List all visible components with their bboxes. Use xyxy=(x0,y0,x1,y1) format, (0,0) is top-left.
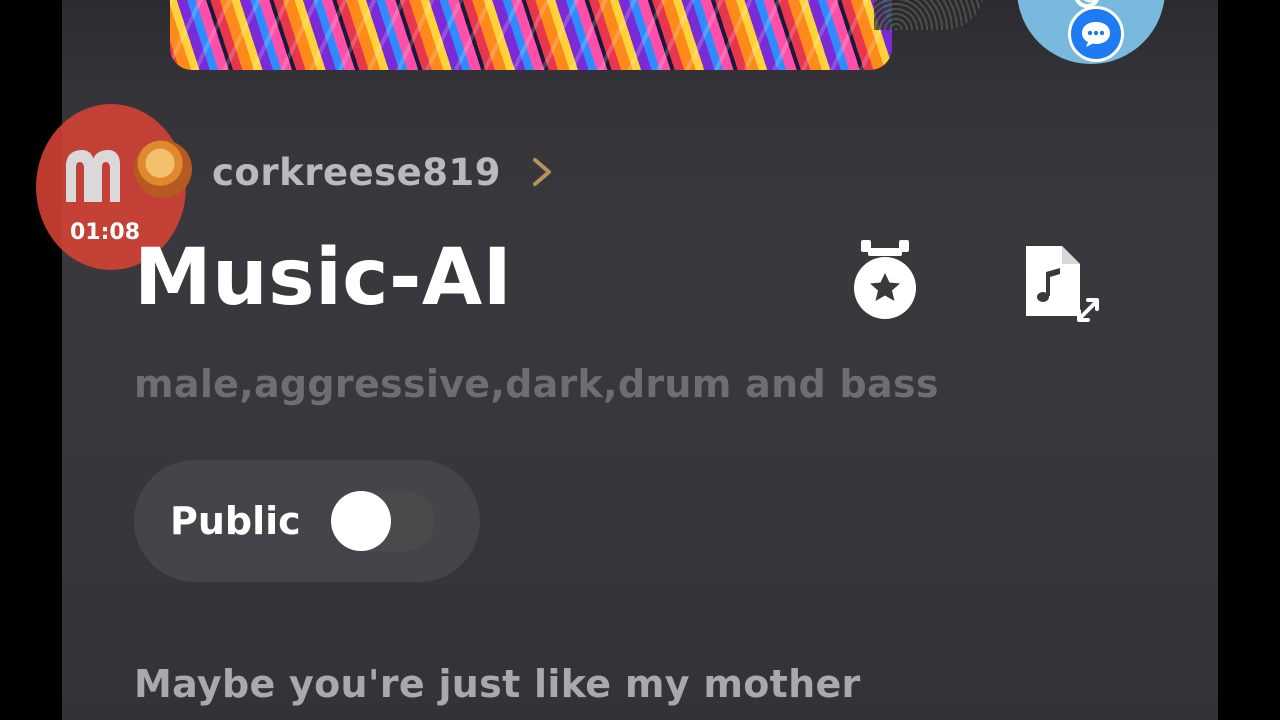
creator-username: corkreese819 xyxy=(212,150,501,194)
public-toggle[interactable] xyxy=(330,491,435,551)
chat-bubble-icon xyxy=(1082,22,1110,47)
lyrics-preview: Maybe you're just like my mother xyxy=(134,662,861,706)
music-file-button[interactable] xyxy=(1016,244,1104,326)
chat-button[interactable] xyxy=(1068,6,1124,62)
recorder-timer: 01:08 xyxy=(70,220,141,245)
creator-profile-link[interactable]: corkreese819 xyxy=(212,146,555,198)
chevron-right-icon xyxy=(533,158,551,186)
public-label: Public xyxy=(170,499,301,543)
song-tags: male,aggressive,dark,drum and bass xyxy=(134,362,939,406)
app-screen xyxy=(62,0,1218,720)
toggle-knob xyxy=(330,491,391,551)
album-cover-art[interactable] xyxy=(170,0,892,70)
vinyl-record-art xyxy=(874,0,984,30)
music-file-expand-icon xyxy=(1026,246,1099,322)
award-medal-icon xyxy=(854,240,916,319)
song-title: Music-AI xyxy=(134,233,513,323)
award-button[interactable] xyxy=(848,236,922,326)
avatar[interactable] xyxy=(134,140,192,198)
recorder-logo-icon xyxy=(66,150,120,202)
visibility-control: Public xyxy=(134,460,480,582)
